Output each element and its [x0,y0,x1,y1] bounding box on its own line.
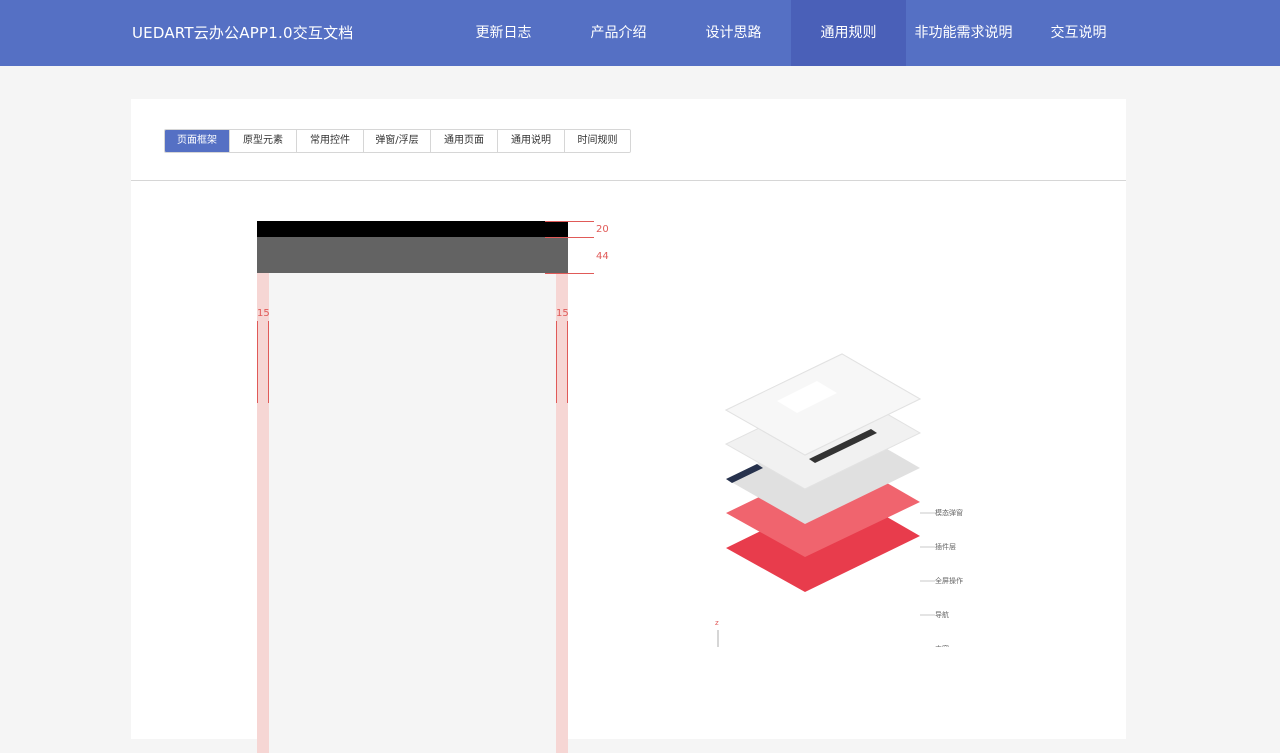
status-bar-height-label: 20 [596,224,609,235]
dimension-line [257,321,258,403]
subtab-common-pages[interactable]: 通用页面 [430,130,497,152]
dimension-line [556,321,557,403]
main-nav: 更新日志 产品介绍 设计思路 通用规则 非功能需求说明 交互说明 [446,0,1136,66]
top-navigation-bar: UEDART云办公APP1.0交互文档 更新日志 产品介绍 设计思路 通用规则 … [0,0,1280,66]
subtab-time-rules[interactable]: 时间规则 [564,130,630,152]
frame-nav-bar [257,237,568,273]
nav-item-non-functional[interactable]: 非功能需求说明 [906,0,1021,66]
right-margin-label: 15 [556,308,569,319]
frame-content-area [257,273,568,753]
content-card: 页面框架 原型元素 常用控件 弹窗/浮层 通用页面 通用说明 时间规则 20 4… [131,99,1126,753]
nav-item-product-intro[interactable]: 产品介绍 [561,0,676,66]
left-margin-label: 15 [257,308,270,319]
dimension-line [545,237,594,238]
dimension-line [545,273,594,274]
subtab-common-notes[interactable]: 通用说明 [497,130,564,152]
nav-bar-height-label: 44 [596,251,609,262]
dimension-line [567,321,568,403]
layer-label-content: 内容 [935,644,949,647]
layer-label-fullscreen: 全屏操作 [935,576,963,585]
layer-label-nav: 导航 [935,610,949,619]
subtab-prototype-elements[interactable]: 原型元素 [229,130,296,152]
frame-status-bar [257,221,568,237]
section-divider [131,180,1126,181]
layer-stack-illustration: 模态弹窗 插件层 全屏操作 导航 内容 底层 z y x [715,353,963,647]
subtab-common-controls[interactable]: 常用控件 [296,130,363,152]
nav-item-changelog[interactable]: 更新日志 [446,0,561,66]
subtab-popup-layer[interactable]: 弹窗/浮层 [363,130,430,152]
subtab-page-frame[interactable]: 页面框架 [165,130,229,152]
nav-item-interaction[interactable]: 交互说明 [1021,0,1136,66]
nav-item-design-ideas[interactable]: 设计思路 [676,0,791,66]
dimension-line [545,221,594,222]
layer-label-modal: 模态弹窗 [935,508,963,517]
nav-item-general-rules[interactable]: 通用规则 [791,0,906,66]
subtab-bar: 页面框架 原型元素 常用控件 弹窗/浮层 通用页面 通用说明 时间规则 [164,129,631,153]
app-title[interactable]: UEDART云办公APP1.0交互文档 [132,0,354,66]
layer-label-plugin: 插件层 [935,542,956,551]
dimension-line [268,321,269,403]
axis-z-label: z [715,619,719,627]
